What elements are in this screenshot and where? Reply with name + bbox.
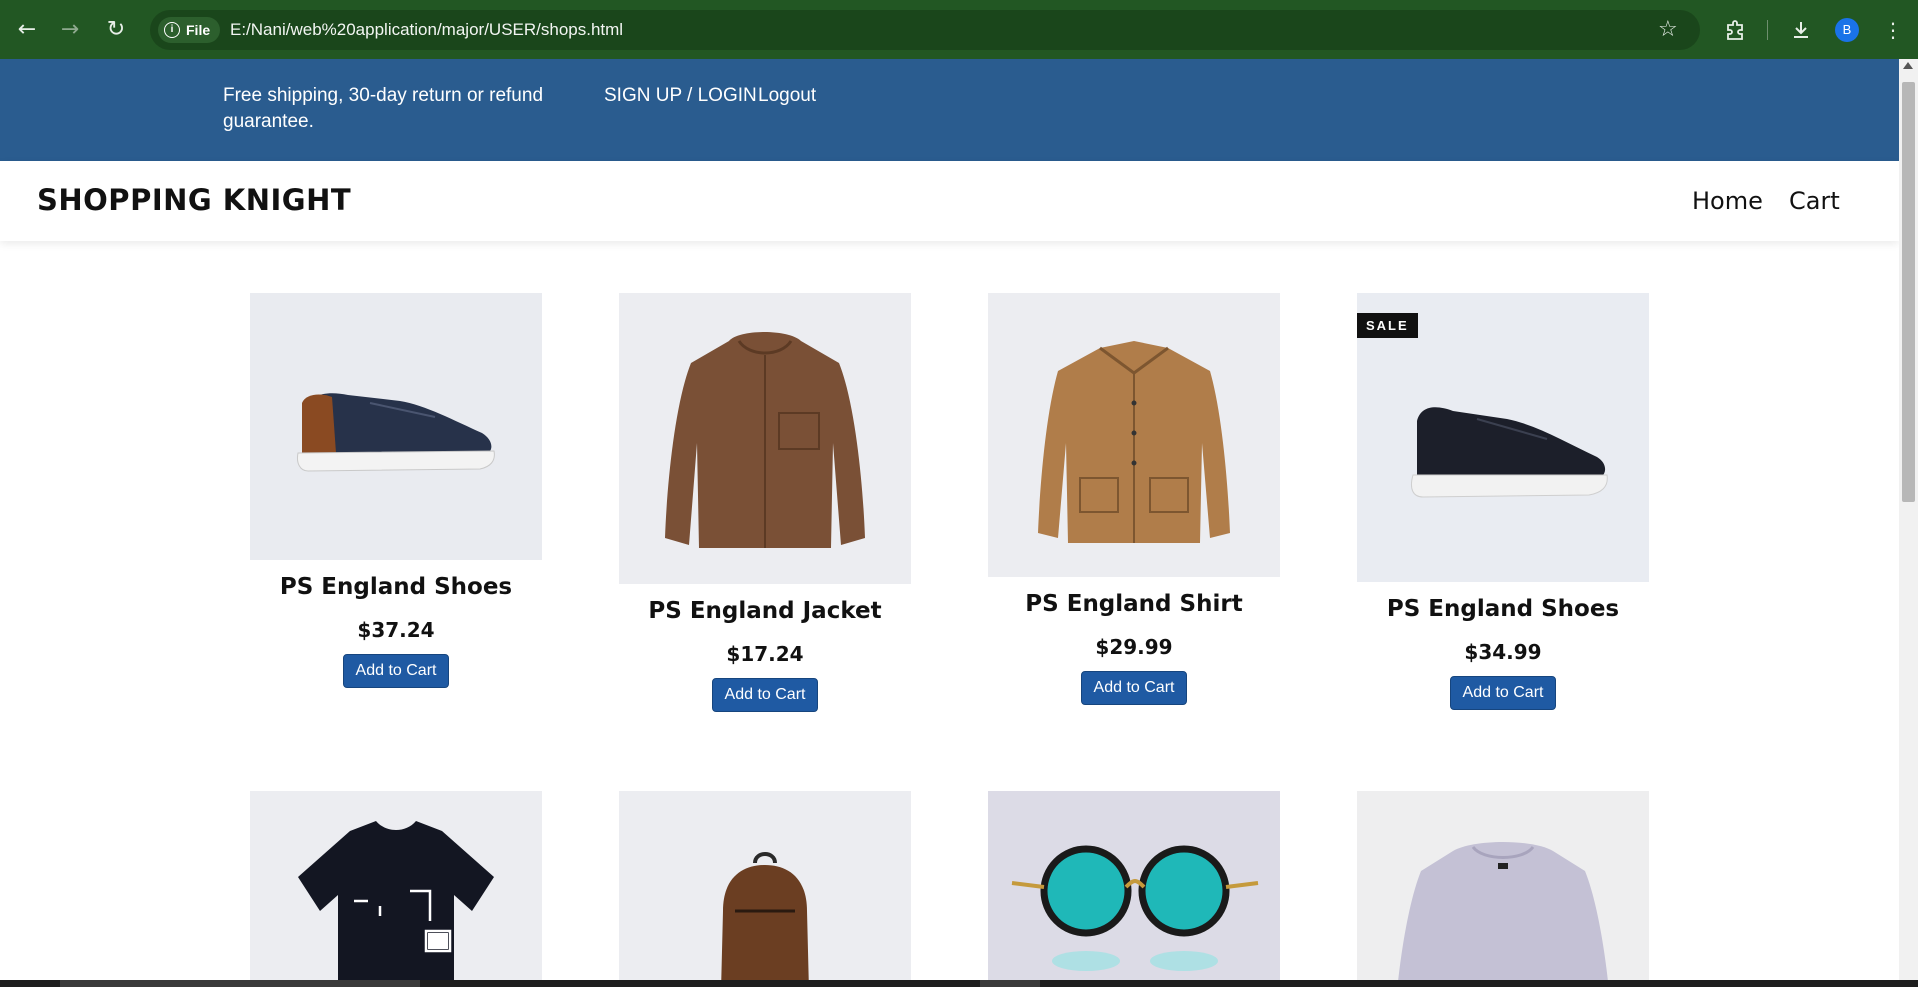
product-card: SALE PS England Shoes $34.99 Add to Cart (1357, 293, 1649, 710)
reload-icon[interactable]: ↻ (101, 15, 131, 45)
product-price: $37.24 (357, 618, 435, 642)
add-to-cart-button[interactable]: Add to Cart (711, 678, 819, 712)
product-image[interactable] (988, 791, 1280, 980)
product-price: $34.99 (1464, 640, 1542, 664)
logout-link[interactable]: Logout (758, 83, 816, 109)
product-card (1357, 791, 1649, 980)
signup-login-link[interactable]: SIGN UP / LOGIN (604, 83, 757, 109)
nav-home[interactable]: Home (1692, 187, 1763, 215)
product-title[interactable]: PS England Shirt (988, 591, 1280, 617)
nav-cart[interactable]: Cart (1789, 187, 1840, 215)
toolbar-divider (1767, 20, 1768, 40)
brown-hooded-jacket-icon (619, 293, 911, 584)
product-image[interactable] (619, 791, 911, 980)
tan-overshirt-icon (988, 293, 1280, 577)
bookmark-star-icon[interactable]: ☆ (1658, 10, 1678, 50)
product-title[interactable]: PS England Shoes (250, 574, 542, 600)
site-info-chip[interactable]: i File (158, 17, 221, 43)
product-card: PS England Jacket $17.24 Add to Cart (619, 293, 911, 712)
product-image[interactable] (619, 293, 911, 584)
product-title[interactable]: PS England Jacket (619, 598, 911, 624)
add-to-cart-button[interactable]: Add to Cart (1080, 671, 1188, 705)
file-chip-label: File (186, 22, 211, 38)
add-to-cart-button[interactable]: Add to Cart (1449, 676, 1557, 710)
product-image[interactable] (1357, 791, 1649, 980)
profile-avatar[interactable]: B (1835, 18, 1859, 42)
product-card: PS England Shirt $29.99 Add to Cart (988, 293, 1280, 705)
back-arrow-icon[interactable]: ← (12, 15, 42, 45)
lavender-sweatshirt-icon (1357, 791, 1649, 980)
info-icon: i (164, 22, 180, 38)
product-card (988, 791, 1280, 980)
product-card (619, 791, 911, 980)
scroll-up-arrow-icon[interactable] (1903, 62, 1913, 69)
sale-badge: SALE (1357, 313, 1418, 338)
black-graphic-tshirt-icon (250, 791, 542, 980)
sneaker-brown-heel-icon (250, 293, 542, 560)
product-card (250, 791, 542, 980)
product-price: $29.99 (1095, 635, 1173, 659)
promo-text: Free shipping, 30-day return or refund g… (223, 85, 544, 132)
horizontal-scrollbar-thumb[interactable] (60, 980, 420, 987)
product-image[interactable]: SALE (1357, 293, 1649, 582)
scrollbar-thumb[interactable] (1902, 82, 1915, 502)
more-menu-icon[interactable]: ⋮ (1878, 15, 1908, 45)
promo-bar: Free shipping, 30-day return or refund g… (0, 59, 1899, 161)
product-image[interactable] (250, 293, 542, 560)
url-text[interactable]: E:/Nani/web%20application/major/USER/sho… (230, 10, 623, 50)
brand-logo[interactable]: SHOPPING KNIGHT (37, 183, 351, 217)
product-image[interactable] (988, 293, 1280, 577)
add-to-cart-button[interactable]: Add to Cart (342, 654, 450, 688)
horizontal-scrollbar-segment (980, 980, 1040, 987)
teal-round-sunglasses-icon (988, 791, 1280, 980)
extensions-icon[interactable] (1720, 15, 1750, 45)
browser-toolbar: ← → ↻ i File E:/Nani/web%20application/m… (0, 0, 1918, 59)
site-header: SHOPPING KNIGHT Home Cart (0, 161, 1899, 241)
forward-arrow-icon[interactable]: → (55, 15, 85, 45)
product-title[interactable]: PS England Shoes (1357, 596, 1649, 622)
product-card: PS England Shoes $37.24 Add to Cart (250, 293, 542, 688)
download-icon[interactable] (1786, 15, 1816, 45)
product-price: $17.24 (726, 642, 804, 666)
page-viewport: Free shipping, 30-day return or refund g… (0, 59, 1899, 980)
horizontal-scrollbar[interactable] (0, 980, 1918, 987)
brown-backpack-icon (619, 791, 911, 980)
product-image[interactable] (250, 791, 542, 980)
address-bar[interactable]: i File E:/Nani/web%20application/major/U… (150, 10, 1700, 50)
